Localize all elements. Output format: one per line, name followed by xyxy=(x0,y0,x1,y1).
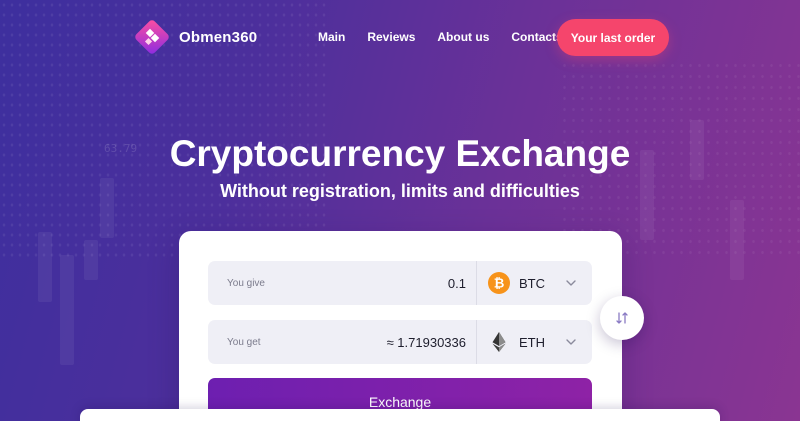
nav-item-main[interactable]: Main xyxy=(318,30,345,44)
logo[interactable]: Obmen360 xyxy=(135,20,257,54)
svg-text:₿: ₿ xyxy=(494,277,505,292)
give-amount-input[interactable] xyxy=(286,275,466,291)
chevron-down-icon xyxy=(566,280,576,286)
bottom-panel xyxy=(80,409,720,421)
give-currency-code: BTC xyxy=(519,276,545,291)
swap-currencies-button[interactable] xyxy=(600,296,644,340)
exchange-form: You give ₿ BTC You get ETH xyxy=(179,231,622,421)
last-order-button[interactable]: Your last order xyxy=(557,19,669,56)
brand-name: Obmen360 xyxy=(179,28,258,46)
obmen360-logo-icon xyxy=(135,20,169,54)
main-nav: Main Reviews About us Contacts xyxy=(318,30,563,44)
nav-item-contacts[interactable]: Contacts xyxy=(511,30,562,44)
get-label: You get xyxy=(227,336,261,348)
chevron-down-icon xyxy=(566,339,576,345)
site-header: Obmen360 Main Reviews About us Contacts … xyxy=(0,0,800,75)
nav-item-about-us[interactable]: About us xyxy=(437,30,489,44)
get-field: You get ETH xyxy=(208,320,592,364)
hero-subtitle: Without registration, limits and difficu… xyxy=(220,181,580,201)
swap-arrows-icon xyxy=(616,312,628,324)
get-amount-input[interactable] xyxy=(286,334,466,350)
nav-item-reviews[interactable]: Reviews xyxy=(367,30,415,44)
give-field: You give ₿ BTC xyxy=(208,261,592,305)
bitcoin-icon: ₿ xyxy=(488,272,510,294)
give-currency-select[interactable]: ₿ BTC xyxy=(477,261,592,305)
get-currency-code: ETH xyxy=(519,335,545,350)
ethereum-icon xyxy=(492,332,506,352)
give-label: You give xyxy=(227,277,265,289)
hero-title: Cryptocurrency Exchange xyxy=(169,133,631,174)
get-currency-select[interactable]: ETH xyxy=(477,320,592,364)
exchange-button-label: Exchange xyxy=(368,394,432,410)
